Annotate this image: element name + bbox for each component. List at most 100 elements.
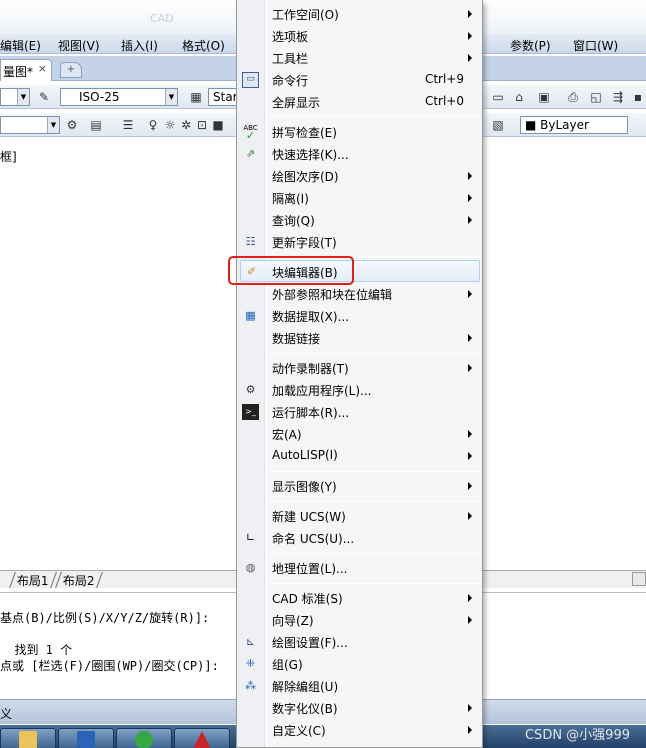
command-history-line: 找到 1 个	[0, 643, 73, 657]
taskbar-explorer-button[interactable]	[0, 728, 56, 748]
run-script-icon: >_	[242, 404, 259, 420]
menu-item-tablet[interactable]: 数字化仪(B)	[237, 697, 482, 719]
menu-item-wizards[interactable]: 向导(Z)	[237, 609, 482, 631]
new-file-icon[interactable]: ▭	[490, 89, 506, 105]
lock-icon[interactable]: ⊡	[194, 117, 210, 133]
named-ucs-icon: ∟	[245, 531, 256, 544]
layer-props-icon[interactable]: ☰	[120, 117, 136, 133]
menu-item-action-recorder[interactable]: 动作录制器(T)	[237, 357, 482, 379]
document-tab[interactable]: 量图* ×	[0, 59, 52, 81]
color-combo[interactable]: ■ ByLayer	[520, 116, 628, 134]
lightbulb-icon[interactable]: ♀	[145, 117, 161, 133]
menu-item-inquiry[interactable]: 查询(Q)	[237, 209, 482, 231]
plus-icon: +	[66, 64, 76, 75]
text-style-combo[interactable]: ▼	[0, 88, 30, 106]
folder-icon	[19, 731, 37, 748]
menu-item-drafting-settings[interactable]: ⊾ 绘图设置(F)...	[237, 631, 482, 653]
tab-layout2[interactable]: 布局2	[55, 572, 103, 588]
group-icon: ⁜	[245, 657, 256, 670]
viewport-label: 框]	[0, 150, 17, 164]
data-extract-icon: ▦	[245, 309, 256, 322]
menu-item-ungroup[interactable]: ⁂ 解除编组(U)	[237, 675, 482, 697]
menu-item-palettes[interactable]: 选项板	[237, 25, 482, 47]
menu-item-display-image[interactable]: 显示图像(Y)	[237, 475, 482, 497]
submenu-arrow-icon	[468, 482, 472, 490]
menu-item-load-application[interactable]: ⚙ 加载应用程序(L)...	[237, 379, 482, 401]
status-text: 义	[0, 707, 13, 721]
tab-layout1-label: 布局1	[16, 574, 49, 588]
window-title: CAD	[150, 12, 174, 25]
close-icon[interactable]: ×	[38, 62, 47, 75]
menu-item-group[interactable]: ⁜ 组(G)	[237, 653, 482, 675]
menu-item-workspaces[interactable]: 工作空间(O)	[237, 3, 482, 25]
browser-icon	[135, 731, 153, 748]
menu-item-isolate[interactable]: 隔离(I)	[237, 187, 482, 209]
table-style-combo[interactable]: Star	[208, 88, 238, 106]
color-swatch-icon: ■	[525, 118, 541, 132]
print-icon[interactable]: ⎙	[565, 89, 581, 105]
dim-style-icon[interactable]: ✎	[36, 89, 52, 105]
table-style-icon[interactable]: ▦	[188, 89, 204, 105]
freeze-icon[interactable]: ✲	[178, 117, 194, 133]
tab-layout2-label: 布局2	[62, 574, 95, 588]
menu-insert[interactable]: 插入(I)	[121, 37, 158, 54]
menu-view[interactable]: 视图(V)	[58, 37, 100, 54]
menu-item-named-ucs[interactable]: ∟ 命名 UCS(U)...	[237, 527, 482, 549]
menu-item-update-fields[interactable]: ☷ 更新字段(T)	[237, 231, 482, 253]
ungroup-icon: ⁂	[245, 679, 256, 692]
dimension-style-combo[interactable]: ISO-25 ▼	[60, 88, 178, 106]
open-folder-icon[interactable]: ⌂	[511, 89, 527, 105]
gear-icon[interactable]: ⚙	[64, 117, 80, 133]
menu-item-data-extraction[interactable]: ▦ 数据提取(X)...	[237, 305, 482, 327]
tools-dropdown-menu: 工作空间(O) 选项板 工具栏 ▭ 命令行 Ctrl+9 全屏显示 Ctrl+0 AB…	[236, 0, 483, 748]
watermark: CSDN @小强999	[524, 728, 630, 743]
preview-icon[interactable]: ◱	[588, 89, 604, 105]
chevron-down-icon: ▼	[47, 117, 59, 133]
menu-format[interactable]: 格式(O)	[182, 37, 225, 54]
menu-edit[interactable]: 编辑(E)	[0, 37, 41, 54]
word-icon	[77, 731, 95, 748]
command-line-icon: ▭	[242, 72, 259, 88]
submenu-arrow-icon	[468, 726, 472, 734]
taskbar-autocad-button[interactable]	[174, 728, 230, 748]
menu-item-run-script[interactable]: >_ 运行脚本(R)...	[237, 401, 482, 423]
menu-item-clean-screen[interactable]: 全屏显示 Ctrl+0	[237, 91, 482, 113]
menu-item-geographic-location[interactable]: ◍ 地理位置(L)...	[237, 557, 482, 579]
menu-item-xref-in-place-edit[interactable]: 外部参照和块在位编辑	[237, 283, 482, 305]
menu-item-spell-check[interactable]: ABC ✓ 拼写检查(E)	[237, 121, 482, 143]
sun-icon[interactable]: ☼	[162, 117, 178, 133]
menu-item-macro[interactable]: 宏(A)	[237, 423, 482, 445]
spell-check-icon: ABC ✓	[243, 124, 258, 142]
menu-item-cad-standards[interactable]: CAD 标准(S)	[237, 587, 482, 609]
toolbar-more-icon[interactable]: ▪	[630, 89, 646, 105]
layer-state-combo[interactable]: ▼	[0, 116, 60, 134]
publish-icon[interactable]: ⇶	[610, 89, 626, 105]
menu-item-autolisp[interactable]: AutoLISP(I)	[237, 445, 482, 467]
menu-item-toolbars[interactable]: 工具栏	[237, 47, 482, 69]
menu-item-command-line[interactable]: ▭ 命令行 Ctrl+9	[237, 69, 482, 91]
taskbar-browser-button[interactable]	[116, 728, 172, 748]
color-combo-value: ByLayer	[540, 118, 589, 132]
submenu-arrow-icon	[468, 172, 472, 180]
menu-parameters[interactable]: 参数(P)	[510, 37, 551, 54]
menu-window[interactable]: 窗口(W)	[573, 37, 618, 54]
menu-item-quick-select[interactable]: ⇗ 快速选择(K)...	[237, 143, 482, 165]
taskbar-word-button[interactable]	[58, 728, 114, 748]
tab-layout1[interactable]: 布局1	[9, 572, 57, 588]
horizontal-scrollbar-arrow[interactable]	[632, 572, 646, 586]
menu-item-data-links[interactable]: 数据链接	[237, 327, 482, 349]
drafting-settings-icon: ⊾	[245, 635, 256, 648]
save-icon[interactable]: ▣	[536, 89, 552, 105]
menu-item-customize[interactable]: 自定义(C)	[237, 719, 482, 741]
submenu-arrow-icon	[468, 216, 472, 224]
match-props-icon[interactable]: ▧	[490, 117, 506, 133]
submenu-arrow-icon	[468, 364, 472, 372]
menu-item-draw-order[interactable]: 绘图次序(D)	[237, 165, 482, 187]
command-history-line: 基点(B)/比例(S)/X/Y/Z/旋转(R)]:	[0, 611, 210, 625]
menu-item-new-ucs[interactable]: 新建 UCS(W)	[237, 505, 482, 527]
new-tab-button[interactable]: +	[60, 62, 82, 78]
layer-manager-icon[interactable]: ▤	[88, 117, 104, 133]
chevron-down-icon: ▼	[17, 89, 29, 105]
update-field-icon: ☷	[245, 235, 256, 248]
color-swatch-icon[interactable]: ■	[210, 117, 226, 133]
